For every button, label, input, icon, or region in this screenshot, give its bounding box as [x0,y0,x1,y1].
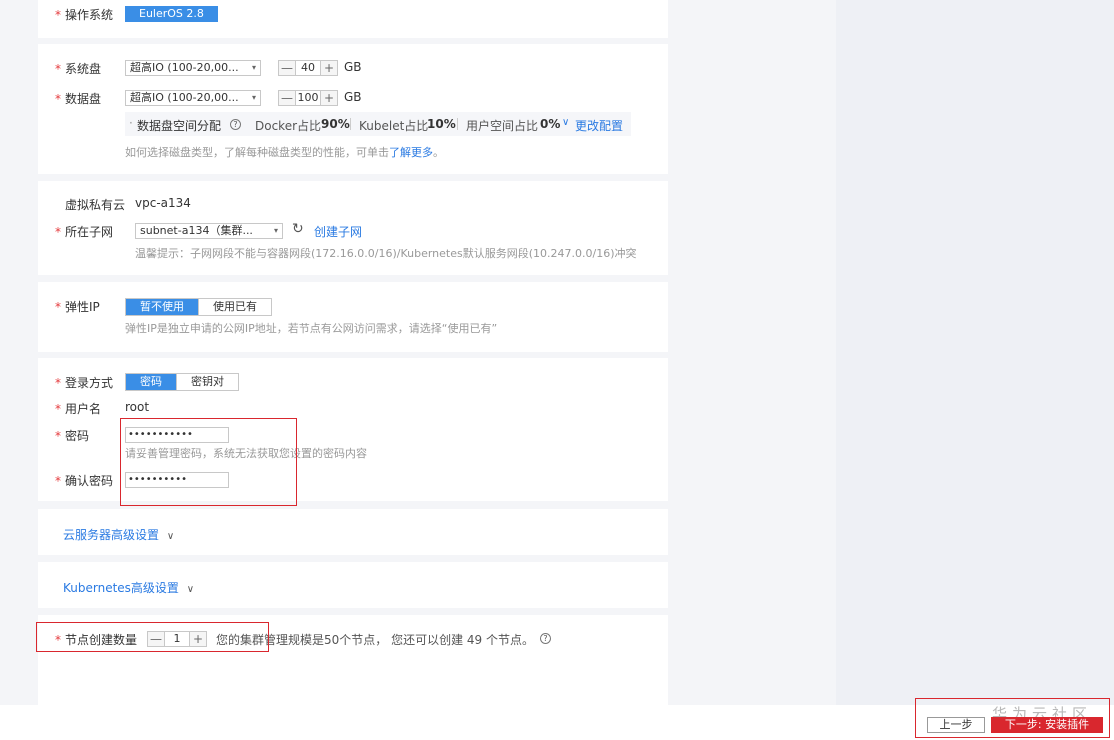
disk-card: * 系统盘 超高IO (100-20,00... ▾ — 40 + GB * 数… [38,44,668,174]
minus-button[interactable]: — [279,61,295,75]
eip-hint: 弹性IP是独立申请的公网IP地址，若节点有公网访问需求，请选择“使用已有” [125,322,498,335]
required-mark: * [55,225,61,239]
required-mark: * [55,429,61,443]
select-value: 超高IO (100-20,00... [130,61,239,74]
chevron-down-icon[interactable]: ∨ [562,117,569,128]
confirm-password-label: 确认密码 [65,474,114,488]
required-mark: * [55,474,61,488]
k8s-advanced-card: Kubernetes高级设置 ∨ [38,562,668,608]
kubelet-ratio-value: 10% [427,117,456,131]
data-disk-size-stepper[interactable]: — 100 + [278,90,338,106]
highlight-box-node-count [36,622,269,652]
required-mark: * [55,376,61,390]
help-icon[interactable]: ? [540,633,551,644]
plus-button[interactable]: + [321,91,337,105]
eip-card: * 弹性IP 暂不使用 使用已有 弹性IP是独立申请的公网IP地址，若节点有公网… [38,282,668,352]
username-label: 用户名 [65,402,102,416]
data-disk-label: 数据盘 [65,92,102,106]
login-method-toggle: 密码 密钥对 [125,373,239,391]
system-disk-unit: GB [344,60,362,74]
system-disk-type-select[interactable]: 超高IO (100-20,00... ▾ [125,60,261,76]
stepper-value[interactable]: 40 [295,61,321,75]
login-option-password[interactable]: 密码 [126,374,176,390]
select-value: subnet-a134（集群... [140,224,253,237]
caret-down-icon: ▾ [251,93,256,102]
disk-hint: 如何选择磁盘类型，了解每种磁盘类型的性能，可单击了解更多。 [125,144,444,160]
plus-button[interactable]: + [321,61,337,75]
caret-down-icon: ▾ [251,63,256,72]
os-card: * 操作系统 EulerOS 2.8 [38,0,668,38]
eip-option-existing[interactable]: 使用已有 [198,299,271,315]
docker-ratio-value: 90% [321,117,350,131]
required-mark: * [55,62,61,76]
chevron-down-icon: ∨ [166,531,175,542]
system-disk-label: 系统盘 [65,62,102,76]
ecs-advanced-card: 云服务器高级设置 ∨ [38,509,668,555]
username-value: root [125,400,150,414]
eip-option-none[interactable]: 暂不使用 [126,299,198,315]
allocation-label: 数据盘空间分配 [137,119,222,133]
login-method-label: 登录方式 [65,376,114,390]
system-disk-size-stepper[interactable]: — 40 + [278,60,338,76]
os-value-badge: EulerOS 2.8 [125,6,218,22]
required-mark: * [55,92,61,106]
user-space-ratio-label: 用户空间占比 [466,119,539,133]
stepper-value[interactable]: 100 [295,91,321,105]
ecs-advanced-toggle[interactable]: 云服务器高级设置 ∨ [63,526,174,543]
highlight-box-password [120,418,297,506]
eip-toggle: 暂不使用 使用已有 [125,298,272,316]
eip-label: 弹性IP [65,300,100,314]
subnet-hint: 温馨提示：子网网段不能与容器网段(172.16.0.0/16)/Kubernet… [135,247,637,260]
data-disk-type-select[interactable]: 超高IO (100-20,00... ▾ [125,90,261,106]
disk-hint-text: 如何选择磁盘类型，了解每种磁盘类型的性能，可单击 [125,146,389,159]
kubelet-ratio-label: Kubelet占比 [359,119,429,133]
learn-more-link[interactable]: 了解更多 [389,146,433,159]
docker-ratio-label: Docker占比 [255,119,322,133]
vpc-value: vpc-a134 [135,196,191,210]
disk-hint-suffix: 。 [433,146,444,159]
data-disk-unit: GB [344,90,362,104]
user-space-ratio-value: 0% [540,117,561,131]
ecs-advanced-label: 云服务器高级设置 [63,528,160,542]
required-mark: * [55,402,61,416]
required-mark: * [55,8,61,22]
subnet-select[interactable]: subnet-a134（集群... ▾ [135,223,283,239]
k8s-advanced-label: Kubernetes高级设置 [63,581,179,595]
help-icon[interactable]: ? [230,119,241,130]
network-card: 虚拟私有云 vpc-a134 * 所在子网 subnet-a134（集群... … [38,181,668,275]
minus-button[interactable]: — [279,91,295,105]
login-option-keypair[interactable]: 密钥对 [176,374,238,390]
subnet-label: 所在子网 [65,225,114,239]
os-label: 操作系统 [65,8,114,22]
refresh-icon[interactable]: ↻ [292,221,304,237]
select-value: 超高IO (100-20,00... [130,91,239,104]
k8s-advanced-toggle[interactable]: Kubernetes高级设置 ∨ [63,579,194,596]
chevron-down-icon: ∨ [186,584,195,595]
caret-down-icon: ▾ [273,226,278,235]
vpc-label: 虚拟私有云 [65,198,126,212]
password-label: 密码 [65,429,90,443]
highlight-box-footer [915,698,1110,738]
disk-allocation-row: · 数据盘空间分配 ? Docker占比 90% Kubelet占比 10% 用… [125,112,631,136]
required-mark: * [55,300,61,314]
create-subnet-link[interactable]: 创建子网 [314,223,362,240]
change-config-link[interactable]: 更改配置 [575,117,623,134]
